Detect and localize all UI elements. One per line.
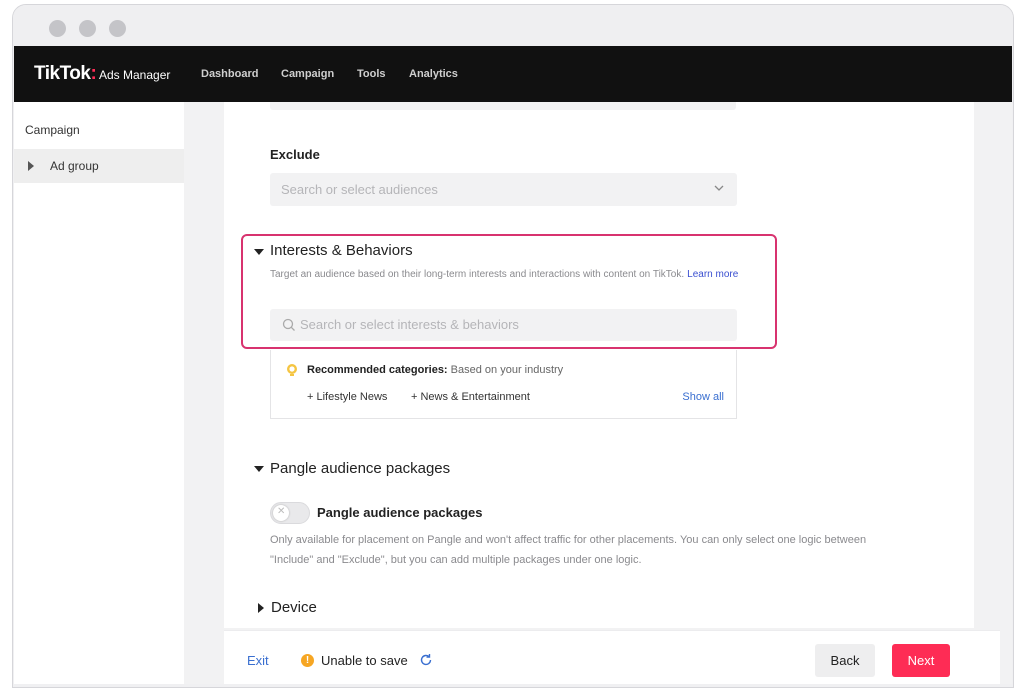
pangle-toggle-label: Pangle audience packages	[317, 505, 483, 520]
logo-text: TikTok	[34, 63, 91, 84]
toggle-knob: ✕	[273, 505, 289, 521]
recommended-categories-panel: Recommended categories: Based on your in…	[270, 350, 737, 419]
caret-right-icon[interactable]	[258, 603, 264, 613]
device-section-title[interactable]: Device	[271, 599, 317, 616]
exclude-placeholder: Search or select audiences	[281, 182, 438, 197]
warning-icon: !	[301, 654, 314, 667]
learn-more-link[interactable]: Learn more	[687, 269, 738, 280]
window-minimize-dot[interactable]	[79, 20, 96, 37]
caret-down-icon[interactable]	[254, 466, 264, 472]
save-status: Unable to save	[321, 653, 408, 668]
sidebar-item-campaign[interactable]: Campaign	[14, 112, 184, 146]
recommended-heading: Recommended categories: Based on your in…	[307, 364, 563, 376]
show-all-link[interactable]: Show all	[682, 391, 724, 403]
chevron-down-icon[interactable]	[713, 182, 725, 194]
category-chip[interactable]: + Lifestyle News	[307, 391, 387, 403]
top-nav-bar: TikTok: Ads Manager Dashboard Campaign T…	[14, 46, 1012, 102]
interests-description-text: Target an audience based on their long-t…	[270, 269, 685, 280]
logo-dot: :	[90, 63, 97, 84]
refresh-icon[interactable]	[419, 653, 433, 667]
footer-bar: Exit ! Unable to save Back Next	[224, 630, 1000, 684]
nav-analytics[interactable]: Analytics	[409, 68, 458, 80]
sidebar: Campaign Ad group	[14, 102, 184, 684]
next-button[interactable]: Next	[892, 644, 950, 677]
category-chip[interactable]: + News & Entertainment	[411, 391, 530, 403]
window-maximize-dot[interactable]	[109, 20, 126, 37]
interests-behaviors-title[interactable]: Interests & Behaviors	[270, 242, 413, 259]
play-right-icon[interactable]	[28, 161, 34, 171]
exclude-label: Exclude	[270, 147, 320, 162]
nav-campaign[interactable]: Campaign	[281, 68, 334, 80]
lightbulb-icon	[287, 364, 297, 376]
pangle-section-title[interactable]: Pangle audience packages	[270, 460, 450, 477]
close-icon: ✕	[277, 506, 286, 517]
window-titlebar	[13, 5, 1013, 51]
recommended-sub: Based on your industry	[450, 364, 564, 376]
back-button[interactable]: Back	[815, 644, 875, 677]
caret-down-icon[interactable]	[254, 249, 264, 255]
interests-search-input[interactable]: Search or select interests & behaviors	[270, 309, 737, 341]
interests-search-placeholder: Search or select interests & behaviors	[300, 317, 519, 332]
pangle-description: Only available for placement on Pangle a…	[270, 534, 867, 566]
nav-tools[interactable]: Tools	[357, 68, 386, 80]
exclude-audience-select[interactable]: Search or select audiences	[270, 173, 737, 206]
chip-label: News & Entertainment	[420, 391, 530, 403]
recommended-label: Recommended categories:	[307, 364, 448, 376]
pangle-toggle[interactable]: ✕	[270, 502, 310, 524]
nav-dashboard[interactable]: Dashboard	[201, 68, 258, 80]
sidebar-item-label: Campaign	[25, 123, 80, 137]
tiktok-logo[interactable]: TikTok:	[34, 63, 97, 85]
exit-button[interactable]: Exit	[247, 653, 269, 668]
chip-label: Lifestyle News	[316, 391, 388, 403]
product-name: Ads Manager	[99, 68, 171, 82]
interests-description: Target an audience based on their long-t…	[270, 269, 738, 280]
sidebar-item-label: Ad group	[50, 159, 99, 173]
window-close-dot[interactable]	[49, 20, 66, 37]
include-field-partial[interactable]	[270, 102, 736, 110]
sidebar-item-ad-group[interactable]: Ad group	[14, 149, 184, 183]
search-icon	[282, 318, 295, 331]
